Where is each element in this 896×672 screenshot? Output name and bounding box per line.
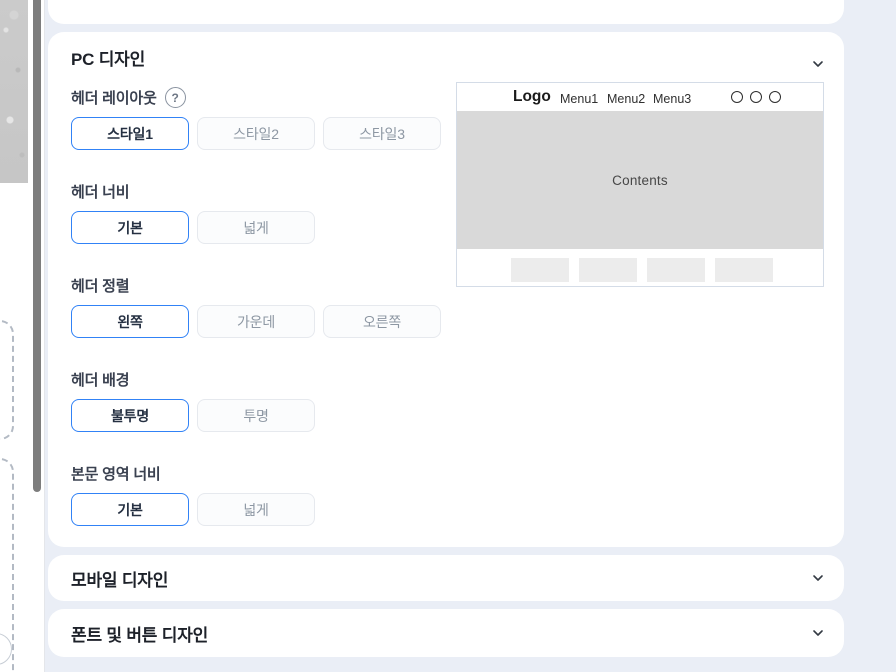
setting-label-row: 헤더 배경 (71, 369, 821, 390)
help-icon[interactable]: ? (165, 87, 186, 108)
dashed-placeholder (0, 320, 14, 440)
scrollbar[interactable] (33, 0, 41, 492)
setting-label: 헤더 배경 (71, 369, 129, 390)
setting-label: 헤더 너비 (71, 181, 129, 202)
preview-footer-block (579, 258, 637, 282)
option-button-right[interactable]: 오른쪽 (323, 305, 441, 338)
option-button-style1[interactable]: 스타일1 (71, 117, 189, 150)
section-pc-design: PC 디자인 헤더 레이아웃 ? 스타일1 스타일2 스타일3 헤더 너비 기본… (48, 32, 844, 547)
sidebar-thumbnail-image (0, 0, 28, 183)
pc-layout-preview: Logo Menu1 Menu2 Menu3 Contents (456, 82, 824, 287)
option-button-default[interactable]: 기본 (71, 211, 189, 244)
preview-menu-item: Menu3 (653, 92, 691, 106)
preview-menu-item: Menu1 (560, 92, 598, 106)
setting-group-header-background: 헤더 배경 불투명 투명 (71, 369, 821, 432)
option-row: 기본 넓게 (71, 493, 821, 526)
chevron-down-icon[interactable] (810, 570, 826, 586)
circle-icon (769, 91, 781, 103)
setting-label: 헤더 정렬 (71, 275, 129, 296)
circle-icon (731, 91, 743, 103)
setting-label-row: 본문 영역 너비 (71, 463, 821, 484)
option-button-style3[interactable]: 스타일3 (323, 117, 441, 150)
preview-footer (457, 249, 823, 286)
setting-label: 헤더 레이아웃 (71, 87, 157, 108)
chevron-down-icon[interactable] (810, 625, 826, 641)
preview-footer-block (511, 258, 569, 282)
preview-footer-block (647, 258, 705, 282)
page-title: PC 디자인 (71, 45, 821, 70)
preview-contents-area: Contents (457, 111, 823, 249)
option-button-style2[interactable]: 스타일2 (197, 117, 315, 150)
option-button-wide[interactable]: 넓게 (197, 211, 315, 244)
option-button-left[interactable]: 왼쪽 (71, 305, 189, 338)
section-title: 폰트 및 버튼 디자인 (71, 621, 208, 646)
option-button-default[interactable]: 기본 (71, 493, 189, 526)
option-button-opaque[interactable]: 불투명 (71, 399, 189, 432)
circle-icon (750, 91, 762, 103)
preview-menu-item: Menu2 (607, 92, 645, 106)
chevron-down-icon[interactable] (810, 56, 826, 72)
section-font-button-design[interactable]: 폰트 및 버튼 디자인 (48, 609, 844, 657)
setting-group-body-width: 본문 영역 너비 기본 넓게 (71, 463, 821, 526)
option-row: 왼쪽 가운데 오른쪽 (71, 305, 821, 338)
setting-label: 본문 영역 너비 (71, 463, 161, 484)
preview-icon-group (731, 91, 781, 103)
option-button-transparent[interactable]: 투명 (197, 399, 315, 432)
option-button-wide[interactable]: 넓게 (197, 493, 315, 526)
previous-section-card (48, 0, 844, 24)
preview-footer-block (715, 258, 773, 282)
option-button-center[interactable]: 가운데 (197, 305, 315, 338)
section-mobile-design[interactable]: 모바일 디자인 (48, 555, 844, 601)
preview-logo: Logo (513, 88, 551, 106)
preview-header: Logo Menu1 Menu2 Menu3 (457, 83, 823, 111)
option-row: 불투명 투명 (71, 399, 821, 432)
section-title: 모바일 디자인 (71, 566, 168, 591)
